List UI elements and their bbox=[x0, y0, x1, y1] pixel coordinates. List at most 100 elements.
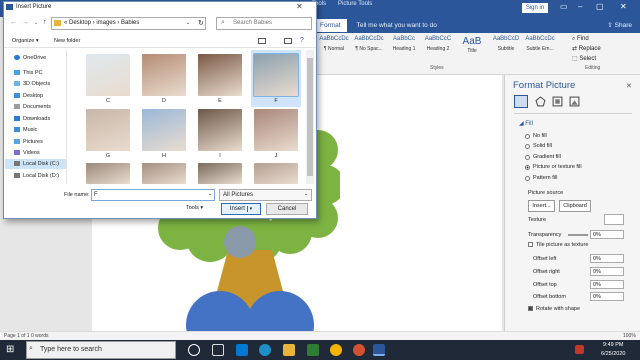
thumb-D[interactable] bbox=[142, 54, 186, 96]
mail-icon[interactable] bbox=[236, 344, 248, 356]
scrollbar-thumb[interactable] bbox=[307, 58, 313, 176]
tell-me-box[interactable]: Tell me what you want to do bbox=[357, 22, 437, 29]
system-clock[interactable]: 9:49 PM 6/25/2020 bbox=[601, 341, 625, 359]
texture-dropdown[interactable] bbox=[604, 214, 624, 225]
thumb-I[interactable] bbox=[198, 109, 242, 151]
nav-onedrive[interactable]: OneDrive bbox=[14, 55, 46, 61]
style-no-spacing[interactable]: AaBbCcDc ¶ No Spac... bbox=[353, 36, 385, 62]
fill-line-icon[interactable] bbox=[514, 95, 528, 108]
nav-pictures[interactable]: Pictures bbox=[14, 139, 43, 145]
file-type-select[interactable]: All Pictures bbox=[219, 189, 312, 201]
offset-bottom-spinner[interactable]: 0% bbox=[590, 292, 624, 301]
effects-icon[interactable] bbox=[535, 96, 546, 107]
ribbon-options-icon[interactable]: ▭ bbox=[560, 2, 568, 11]
view-options-icon[interactable] bbox=[258, 38, 266, 44]
thumb-E[interactable] bbox=[198, 54, 242, 96]
nav-local-disk-d[interactable]: Local Disk (D:) bbox=[14, 173, 59, 179]
task-view-icon[interactable] bbox=[212, 344, 224, 356]
address-dropdown-icon[interactable]: ⌄ bbox=[186, 20, 190, 26]
edge-icon[interactable] bbox=[259, 344, 271, 356]
transparency-slider[interactable] bbox=[568, 234, 588, 236]
find-button[interactable]: ⌕ Find bbox=[572, 34, 640, 44]
help-icon[interactable]: ? bbox=[300, 37, 304, 44]
maximize-icon[interactable]: ▢ bbox=[596, 2, 604, 11]
breadcrumb[interactable]: « Desktop › images › Babies bbox=[64, 20, 139, 26]
style-heading-2[interactable]: AaBbCcC Heading 2 bbox=[422, 36, 454, 62]
new-folder-button[interactable]: New folder bbox=[54, 38, 80, 44]
thumb-G[interactable] bbox=[86, 109, 130, 151]
transparency-spinner[interactable]: 0% bbox=[590, 230, 624, 239]
forward-arrow-icon[interactable]: → bbox=[22, 19, 29, 26]
sign-in-button[interactable]: Sign in bbox=[522, 3, 548, 13]
address-bar[interactable]: « Desktop › images › Babies bbox=[51, 17, 206, 30]
replace-button[interactable]: ⇄ Replace bbox=[572, 44, 640, 54]
tree-photo-circle[interactable] bbox=[224, 226, 256, 258]
word-taskbar-icon[interactable] bbox=[373, 344, 385, 356]
preview-pane-icon[interactable] bbox=[284, 38, 292, 44]
chrome-icon[interactable] bbox=[330, 344, 342, 356]
nav-3d-objects[interactable]: 3D Objects bbox=[14, 81, 50, 87]
minimize-icon[interactable]: – bbox=[578, 2, 582, 11]
insert-button[interactable]: Insert ▾ bbox=[221, 203, 261, 215]
nav-documents[interactable]: Documents bbox=[14, 104, 51, 110]
thumb-row3-4[interactable] bbox=[254, 163, 298, 184]
style-subtle-emphasis[interactable]: AaBbCcDc Subtle Em... bbox=[524, 36, 556, 62]
file-name-input[interactable]: F bbox=[91, 189, 215, 201]
cancel-button[interactable]: Cancel bbox=[266, 203, 308, 215]
nav-videos[interactable]: Videos bbox=[14, 150, 40, 156]
windows-start-icon[interactable]: ⊞ bbox=[6, 344, 14, 355]
radio-picture-fill[interactable]: Picture or texture fill bbox=[525, 164, 582, 170]
style-normal[interactable]: AaBbCcDc ¶ Normal bbox=[318, 36, 350, 62]
back-arrow-icon[interactable]: ← bbox=[10, 19, 17, 26]
nav-desktop[interactable]: Desktop bbox=[14, 93, 43, 99]
thumb-J[interactable] bbox=[254, 109, 298, 151]
pane-insert-button[interactable]: Insert... bbox=[528, 200, 555, 212]
radio-solid-fill[interactable]: Solid fill bbox=[525, 143, 552, 149]
tools-menu-button[interactable]: Tools ▾ bbox=[186, 205, 203, 211]
style-heading-1[interactable]: AaBbCc Heading 1 bbox=[388, 36, 420, 62]
offset-right-spinner[interactable]: 0% bbox=[590, 267, 624, 276]
tile-checkbox[interactable]: Tile picture as texture bbox=[528, 242, 588, 248]
thumb-C[interactable] bbox=[86, 54, 130, 96]
style-subtitle[interactable]: AaBbCcD Subtitle bbox=[490, 36, 522, 62]
offset-left-spinner[interactable]: 0% bbox=[590, 254, 624, 263]
close-icon[interactable]: ✕ bbox=[620, 2, 627, 11]
radio-pattern-fill[interactable]: Pattern fill bbox=[525, 175, 557, 181]
thumb-row3-3[interactable] bbox=[198, 163, 242, 184]
rotate-checkbox[interactable]: Rotate with shape bbox=[528, 306, 580, 312]
file-name-dropdown-icon[interactable]: ⌄ bbox=[208, 191, 212, 197]
thumb-row3-2[interactable] bbox=[142, 163, 186, 184]
style-title[interactable]: AaB Title bbox=[456, 36, 488, 62]
nav-music[interactable]: Music bbox=[14, 127, 37, 133]
thumb-row3-1[interactable] bbox=[86, 163, 130, 184]
thumb-F[interactable] bbox=[253, 53, 299, 97]
recent-dropdown-icon[interactable]: ⌄ bbox=[34, 20, 38, 26]
powerpoint-icon[interactable] bbox=[353, 344, 365, 356]
nav-this-pc[interactable]: This PC bbox=[14, 70, 43, 76]
dialog-search-input[interactable]: Search Babies bbox=[216, 17, 312, 30]
refresh-icon[interactable]: ↻ bbox=[198, 19, 204, 27]
offset-top-spinner[interactable]: 0% bbox=[590, 280, 624, 289]
fill-section-header[interactable]: ◢ Fill bbox=[519, 120, 533, 127]
store-icon[interactable] bbox=[307, 344, 319, 356]
picture-icon[interactable] bbox=[569, 96, 580, 107]
up-arrow-icon[interactable]: ↑ bbox=[43, 19, 47, 26]
file-explorer-icon[interactable] bbox=[283, 344, 295, 356]
nav-local-disk-c[interactable]: Local Disk (C:) bbox=[14, 161, 59, 167]
notification-app-icon[interactable] bbox=[575, 345, 584, 354]
select-button[interactable]: ⬚ Select bbox=[572, 54, 640, 64]
clipboard-button[interactable]: Clipboard bbox=[559, 200, 591, 212]
dialog-close-icon[interactable]: ✕ bbox=[296, 2, 303, 11]
radio-no-fill[interactable]: No fill bbox=[525, 133, 547, 139]
insert-dropdown-icon[interactable]: ▾ bbox=[246, 206, 253, 212]
cortana-icon[interactable] bbox=[188, 344, 200, 356]
zoom-level[interactable]: 100% bbox=[623, 333, 636, 339]
thumb-H[interactable] bbox=[142, 109, 186, 151]
layout-size-icon[interactable] bbox=[552, 96, 563, 107]
tab-format[interactable]: Format bbox=[314, 18, 347, 32]
radio-gradient-fill[interactable]: Gradient fill bbox=[525, 154, 561, 160]
pane-close-icon[interactable]: ✕ bbox=[626, 82, 632, 90]
nav-downloads[interactable]: Downloads bbox=[14, 116, 50, 122]
share-button[interactable]: ⇪ Share bbox=[607, 21, 632, 29]
organize-button[interactable]: Organize ▾ bbox=[12, 38, 39, 44]
